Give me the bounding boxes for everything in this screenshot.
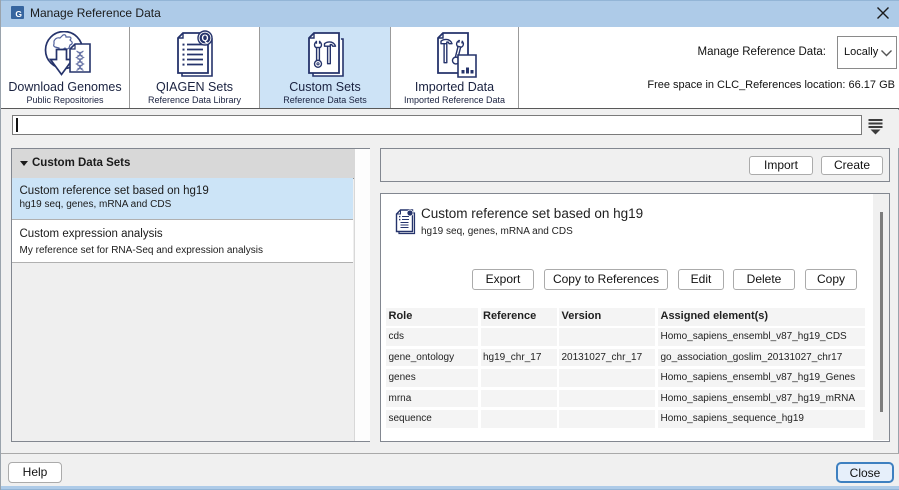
svg-text:Q: Q	[201, 33, 208, 43]
